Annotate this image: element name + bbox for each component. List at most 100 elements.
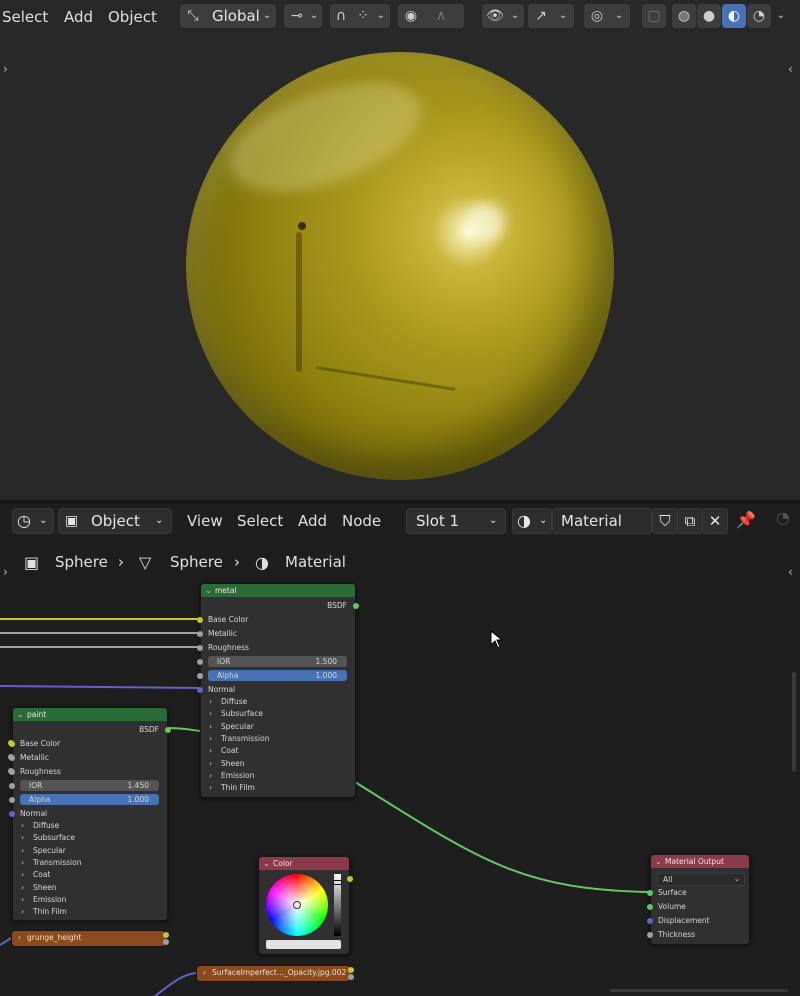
chevron-right-icon[interactable]: › — [203, 966, 206, 980]
target-dropdown[interactable]: All ⌄ — [657, 873, 745, 886]
alpha-value: 1.000 — [127, 795, 149, 804]
node-title: SurfaceImperfect..._Opacity.jpg.002 — [212, 968, 347, 977]
link-shader-output — [354, 781, 652, 893]
ior-label: IOR — [217, 657, 231, 666]
node-header[interactable]: ⌄ paint — [13, 708, 167, 721]
node-title: Color — [273, 859, 293, 868]
panel-subsurface[interactable]: Subsurface — [221, 709, 263, 718]
chevron-right-icon[interactable]: › — [209, 783, 212, 792]
color-wheel[interactable] — [266, 874, 328, 936]
ior-value: 1.500 — [315, 657, 337, 666]
chevron-right-icon[interactable]: › — [21, 858, 24, 867]
ior-socket[interactable] — [9, 783, 15, 789]
node-title: paint — [27, 710, 47, 719]
ior-field[interactable]: IOR 1.450 — [20, 780, 159, 791]
panel-emission[interactable]: Emission — [221, 771, 254, 780]
input-label: Metallic — [20, 753, 49, 762]
normal-socket[interactable] — [9, 811, 15, 817]
thickness-socket[interactable] — [647, 932, 653, 938]
color-swatch[interactable] — [266, 940, 341, 949]
collapse-icon[interactable]: ⌄ — [17, 708, 24, 721]
panel-thin-film[interactable]: Thin Film — [221, 783, 255, 792]
input-label: Volume — [658, 902, 686, 911]
input-label: Surface — [658, 888, 687, 897]
chevron-right-icon[interactable]: › — [209, 746, 212, 755]
chevron-right-icon[interactable]: › — [209, 771, 212, 780]
panel-coat[interactable]: Coat — [221, 746, 238, 755]
collapse-icon[interactable]: ⌄ — [655, 855, 662, 868]
vertical-scrollbar[interactable] — [792, 672, 796, 772]
alpha-field[interactable]: Alpha 1.000 — [20, 794, 159, 805]
collapse-icon[interactable]: ⌄ — [263, 857, 270, 870]
output-socket[interactable] — [348, 967, 354, 973]
mouse-cursor-icon — [490, 630, 504, 649]
metal-bsdf-node[interactable]: ⌄ metal BSDF Base Color Metallic Roughne… — [197, 583, 359, 798]
panel-sheen[interactable]: Sheen — [33, 883, 57, 892]
alpha-value: 1.000 — [315, 671, 337, 680]
output-socket[interactable] — [163, 939, 169, 945]
chevron-right-icon[interactable]: › — [21, 821, 24, 830]
chevron-right-icon[interactable]: › — [21, 883, 24, 892]
panel-specular[interactable]: Specular — [33, 846, 66, 855]
target-label: All — [663, 875, 673, 884]
node-header[interactable]: ⌄ Color — [259, 857, 349, 870]
panel-specular[interactable]: Specular — [221, 722, 254, 731]
ior-value: 1.450 — [127, 781, 149, 790]
input-label: Normal — [208, 685, 236, 694]
normal-socket[interactable] — [197, 687, 203, 693]
chevron-right-icon[interactable]: › — [209, 697, 212, 706]
panel-subsurface[interactable]: Subsurface — [33, 833, 75, 842]
volume-socket[interactable] — [647, 904, 653, 910]
collapse-icon[interactable]: ⌄ — [205, 584, 212, 597]
roughness-socket[interactable] — [197, 645, 203, 651]
color-node[interactable]: ⌄ Color — [258, 856, 353, 955]
panel-emission[interactable]: Emission — [33, 895, 66, 904]
paint-bsdf-node[interactable]: ⌄ paint BSDF Base Color Metallic Roughne… — [9, 707, 171, 921]
value-slider-handle[interactable] — [333, 880, 342, 885]
chevron-right-icon[interactable]: › — [21, 833, 24, 842]
chevron-right-icon[interactable]: › — [21, 870, 24, 879]
grunge-height-node[interactable]: › grunge_height — [11, 930, 169, 947]
base-color-socket[interactable] — [197, 617, 203, 623]
alpha-socket[interactable] — [9, 797, 15, 803]
ior-field[interactable]: IOR 1.500 — [208, 656, 347, 667]
displacement-socket[interactable] — [647, 918, 653, 924]
panel-coat[interactable]: Coat — [33, 870, 50, 879]
panel-thin-film[interactable]: Thin Film — [33, 907, 67, 916]
surface-imperfection-node[interactable]: › SurfaceImperfect..._Opacity.jpg.002 — [196, 965, 354, 982]
color-output-socket[interactable] — [347, 876, 353, 882]
ior-socket[interactable] — [197, 659, 203, 665]
output-socket[interactable] — [163, 932, 169, 938]
panel-sheen[interactable]: Sheen — [221, 759, 245, 768]
chevron-right-icon[interactable]: › — [209, 709, 212, 718]
chevron-right-icon[interactable]: › — [209, 759, 212, 768]
panel-diffuse[interactable]: Diffuse — [221, 697, 247, 706]
material-output-node[interactable]: ⌄ Material Output All ⌄ Surface Volume D… — [647, 854, 750, 945]
input-label: Displacement — [658, 916, 710, 925]
alpha-field[interactable]: Alpha 1.000 — [208, 670, 347, 681]
alpha-socket[interactable] — [197, 673, 203, 679]
value-slider[interactable] — [333, 874, 342, 936]
metallic-socket[interactable] — [197, 631, 203, 637]
node-header[interactable]: ⌄ Material Output — [651, 855, 749, 868]
chevron-right-icon[interactable]: › — [21, 895, 24, 904]
node-header[interactable]: ⌄ metal — [201, 584, 355, 597]
bsdf-output-socket[interactable] — [353, 603, 359, 609]
input-label: Roughness — [208, 643, 249, 652]
chevron-right-icon[interactable]: › — [18, 931, 21, 945]
horizontal-scrollbar[interactable] — [610, 989, 788, 992]
chevron-right-icon[interactable]: › — [209, 734, 212, 743]
chevron-right-icon[interactable]: › — [21, 907, 24, 916]
alpha-label: Alpha — [217, 671, 239, 680]
panel-diffuse[interactable]: Diffuse — [33, 821, 59, 830]
chevron-right-icon[interactable]: › — [209, 722, 212, 731]
panel-transmission[interactable]: Transmission — [33, 858, 81, 867]
color-picker-cursor[interactable] — [293, 901, 301, 909]
input-label: Roughness — [20, 767, 61, 776]
chevron-right-icon[interactable]: › — [21, 846, 24, 855]
output-socket[interactable] — [348, 974, 354, 980]
bsdf-output-socket[interactable] — [165, 727, 171, 733]
node-title: grunge_height — [27, 933, 82, 942]
panel-transmission[interactable]: Transmission — [221, 734, 269, 743]
surface-socket[interactable] — [647, 890, 653, 896]
